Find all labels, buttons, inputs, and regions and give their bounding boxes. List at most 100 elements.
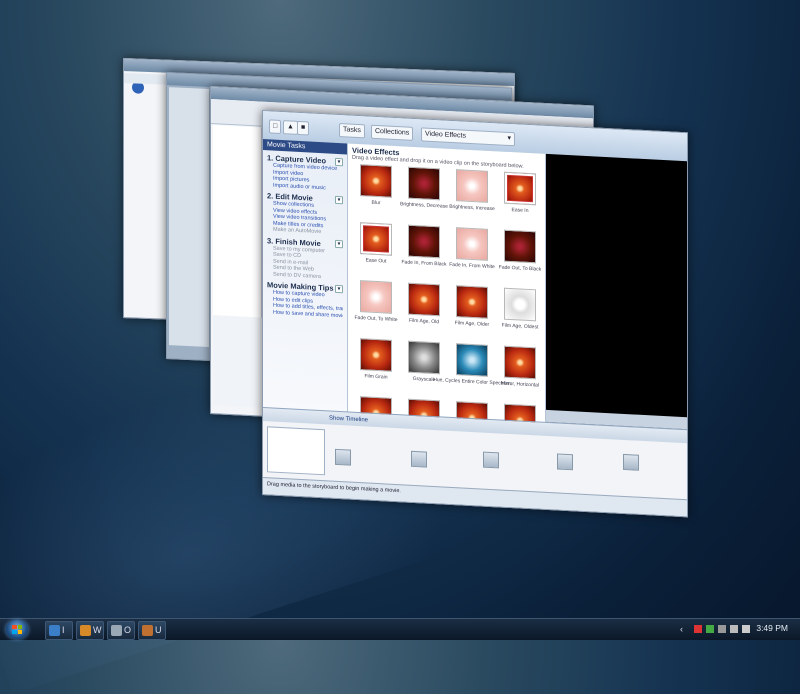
effect-label: Film Grain (364, 373, 388, 381)
effect-item[interactable]: Fade In, From Black (400, 224, 448, 285)
effect-label: Film Age, Older (454, 320, 490, 328)
effect-label: Fade Out, To Black (498, 264, 542, 273)
effect-label: Film Age, Old (408, 317, 439, 326)
windows-logo-icon (12, 625, 22, 634)
tray-icon[interactable] (742, 625, 750, 633)
effect-item[interactable]: Brightness, Increase (448, 169, 496, 230)
taskbar-button-label: U (155, 625, 162, 635)
effect-thumbnail (456, 285, 488, 319)
effect-label: Ease Out (365, 257, 387, 265)
effect-label: Brightness, Decrease (400, 201, 448, 210)
tasks-button-label: Tasks (343, 126, 361, 135)
effect-label: Film Age, Oldest (501, 322, 539, 331)
taskbar: I W O U ‹ 3:49 PM (0, 618, 800, 640)
effect-item[interactable]: Fade Out, To White (352, 280, 400, 341)
effect-thumbnail (360, 338, 392, 372)
tray-icon[interactable] (706, 625, 714, 633)
effect-thumbnail (504, 171, 536, 206)
effect-thumbnail (456, 227, 488, 261)
effect-thumbnail (408, 282, 440, 317)
volume-icon[interactable] (730, 625, 738, 633)
tray-icon[interactable] (694, 625, 702, 633)
collapse-arrow-icon[interactable]: ▾ (335, 239, 343, 249)
effect-thumbnail (408, 340, 440, 375)
effect-label: Brightness, Increase (449, 203, 495, 213)
taskbar-button-label: I (62, 625, 65, 635)
movie-maker-window[interactable]: □ ▲ ■ Tasks Collections Video Effects ▾ M… (262, 110, 688, 518)
taskbar-button-label: W (93, 625, 102, 635)
effect-label: Blur (371, 199, 381, 207)
storyboard-cell[interactable] (267, 426, 325, 476)
transition-arrow-icon (623, 453, 639, 471)
collapse-arrow-icon[interactable]: ▾ (335, 195, 343, 204)
collections-button-label: Collections (375, 127, 410, 137)
network-icon[interactable] (718, 625, 726, 633)
new-project-icon[interactable]: □ (269, 119, 282, 135)
effect-item[interactable]: Film Age, Older (448, 285, 496, 346)
effect-item[interactable]: Ease Out (352, 222, 400, 283)
collection-select-value: Video Effects (425, 130, 466, 140)
effect-item[interactable]: Film Age, Old (400, 282, 448, 343)
effect-item[interactable]: Film Age, Oldest (496, 287, 544, 348)
chevron-down-icon: ▾ (507, 134, 511, 143)
effect-thumbnail (360, 280, 392, 314)
effect-thumbnail (504, 287, 536, 322)
show-timeline-button[interactable]: Show Timeline (329, 416, 368, 424)
effect-item[interactable]: Fade Out, To Black (496, 229, 544, 290)
effect-thumbnail (360, 164, 392, 198)
effect-thumbnail (408, 166, 440, 201)
movie-maker-icon (80, 625, 91, 636)
taskbar-button[interactable]: U (138, 621, 166, 640)
task-section: 2. Edit Movie ▾ Show collections View video… (263, 188, 347, 237)
collection-select[interactable]: Video Effects ▾ (421, 127, 515, 147)
task-section: Movie Making Tips ▾ How to capture video Ho… (263, 277, 347, 319)
taskbar-button[interactable]: I (45, 621, 73, 640)
effect-thumbnail (504, 345, 536, 380)
task-section: 1. Capture Video ▾ Capture from video devi… (263, 150, 347, 192)
ie-icon (49, 625, 60, 636)
task-section: 3. Finish Movie ▾ Save to my computer Save … (263, 233, 347, 282)
movie-tasks-pane: Movie Tasks 1. Capture Video ▾ Capture fro… (263, 139, 348, 412)
save-icon[interactable]: ■ (297, 120, 310, 136)
effect-thumbnail (360, 222, 392, 256)
clock[interactable]: 3:49 PM (756, 623, 788, 633)
tasks-button[interactable]: Tasks (339, 123, 365, 139)
effect-item[interactable]: Blur (352, 164, 400, 225)
effect-label: Fade In, From Black (401, 259, 447, 268)
effect-item[interactable]: Grayscale (400, 340, 448, 401)
effect-item[interactable]: Hue, Cycles Entire Color Spectrum (433, 343, 511, 404)
transition-arrow-icon (335, 448, 351, 466)
collapse-arrow-icon[interactable]: ▾ (335, 284, 343, 293)
preview-monitor (546, 153, 687, 430)
effect-thumbnail (504, 229, 536, 264)
start-button[interactable] (6, 620, 28, 639)
effect-item[interactable]: Brightness, Decrease (400, 166, 448, 227)
effect-thumbnail (408, 224, 440, 259)
effect-item[interactable]: Fade In, From White (448, 227, 496, 288)
collapse-arrow-icon[interactable]: ▾ (335, 157, 343, 166)
transition-arrow-icon (557, 453, 573, 471)
explorer-icon (111, 625, 122, 636)
effect-label: Mirror, Horizontal (500, 380, 540, 389)
folder-tree[interactable] (213, 125, 262, 318)
effect-thumbnail (456, 169, 488, 203)
effect-label: Fade In, From White (449, 261, 495, 271)
effect-thumbnail (456, 343, 488, 377)
chevron-left-icon[interactable]: ‹ (680, 624, 683, 634)
transition-arrow-icon (483, 451, 499, 469)
open-icon[interactable]: ▲ (283, 120, 298, 135)
taskbar-button[interactable]: W (76, 621, 104, 640)
window-icon (142, 625, 153, 636)
status-text: Drag media to the storyboard to begin ma… (267, 481, 401, 495)
taskbar-button[interactable]: O (107, 621, 135, 640)
effect-label: Grayscale (412, 375, 436, 384)
window-side-pane (169, 87, 209, 347)
effect-label: Ease In (511, 207, 529, 214)
video-effects-pane: Video Effects Drag a video effect and dr… (348, 143, 546, 438)
effect-item[interactable]: Ease In (496, 171, 544, 232)
effect-label: Fade Out, To White (354, 314, 398, 324)
details-pane (213, 315, 261, 408)
collections-button[interactable]: Collections (371, 124, 414, 141)
effect-item[interactable]: Mirror, Horizontal (496, 345, 544, 406)
effect-item[interactable]: Film Grain (352, 338, 400, 399)
